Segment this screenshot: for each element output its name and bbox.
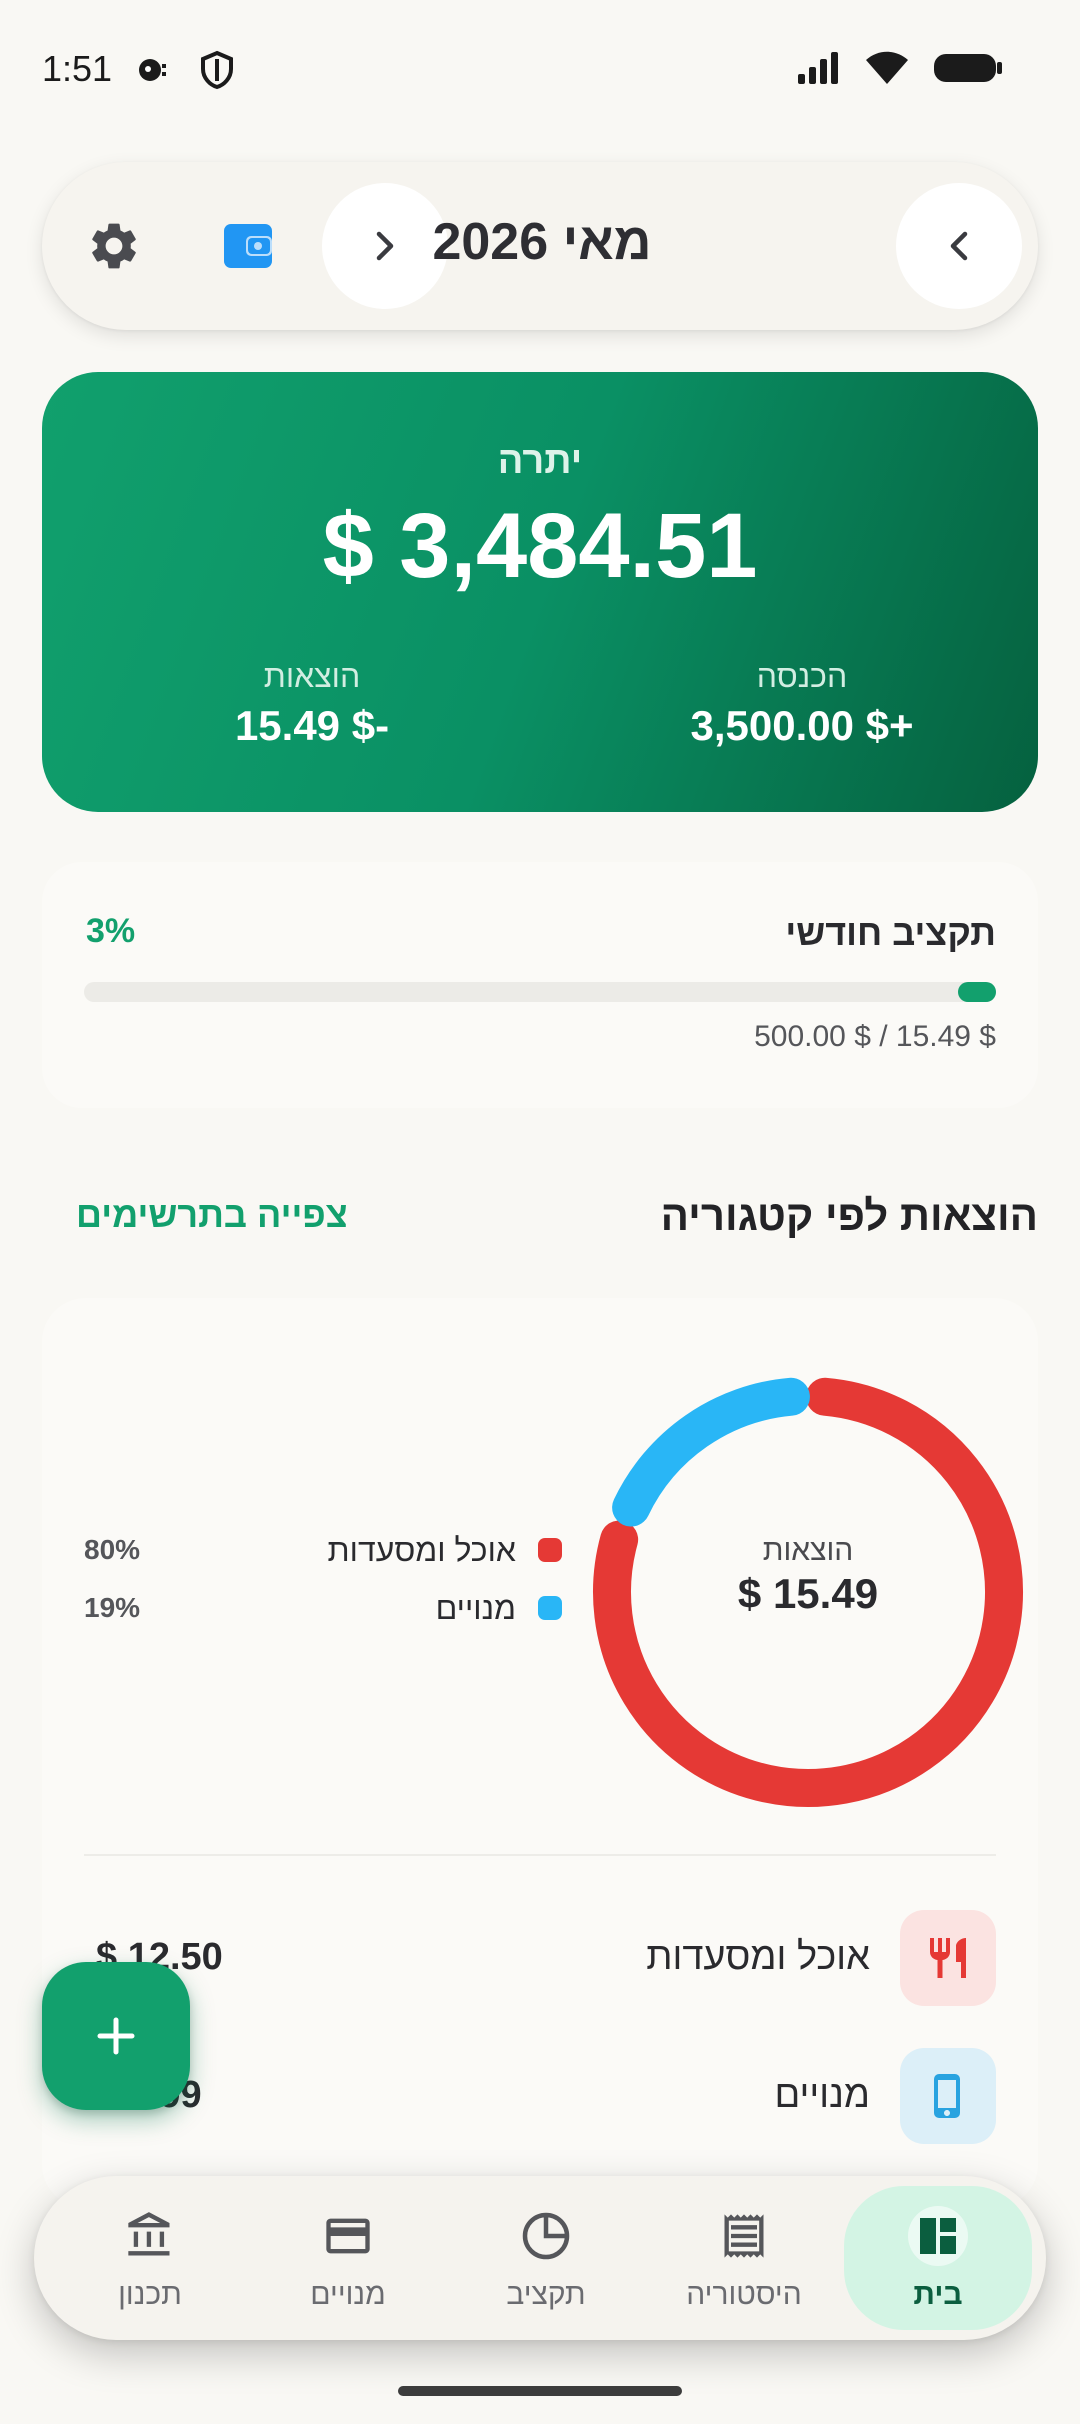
nav-icon-wrap <box>838 2206 1038 2266</box>
category-name: אוכל ומסעדות <box>646 1936 870 1978</box>
bank-icon <box>128 2212 170 2256</box>
nav-item-budget[interactable]: תקציב <box>446 2176 646 2340</box>
gear-icon <box>92 223 136 269</box>
nav-item-subscriptions[interactable]: מנויים <box>248 2176 448 2340</box>
nav-label: תקציב <box>506 2278 586 2311</box>
add-transaction-button[interactable] <box>42 1962 190 2110</box>
phone-icon <box>934 2074 960 2118</box>
legend-item: מנויים 19% <box>84 1588 562 1628</box>
nav-icon-wrap <box>50 2206 250 2266</box>
budget-progress-track <box>84 982 996 1002</box>
category-section-title: הוצאות לפי קטגוריה <box>660 1192 1038 1239</box>
legend-item: אוכל ומסעדות 80% <box>84 1530 562 1570</box>
category-card: הוצאות $ 15.49 אוכל ומסעדות 80% מנויים 1… <box>42 1298 1038 2208</box>
balance-value: $ 3,484.51 <box>322 495 758 597</box>
donut-center-value: $ 15.49 <box>737 1570 879 1617</box>
home-indicator <box>398 2386 682 2396</box>
budget-percent: 3% <box>86 912 136 950</box>
settings-button[interactable] <box>86 218 142 279</box>
budget-amounts: $ 15.49 / $ 500.00 <box>754 1020 996 1053</box>
expense-label: הוצאות <box>263 658 361 694</box>
nav-label: בית <box>913 2278 963 2311</box>
donut-center-label: הוצאות <box>762 1534 854 1567</box>
bottom-navigation: בית היסטוריה תקציב מנויים תכנון <box>34 2176 1046 2340</box>
category-row-food[interactable]: אוכל ומסעדות $ 12.50 <box>84 1910 996 2006</box>
legend-percent: 80% <box>84 1534 141 1565</box>
nav-icon-wrap <box>446 2206 646 2266</box>
nav-label: מנויים <box>310 2278 386 2311</box>
donut-segment-1 <box>612 1377 810 1527</box>
balance-label: יתרה <box>497 440 583 482</box>
nav-item-history[interactable]: היסטוריה <box>644 2176 844 2340</box>
dashboard-icon <box>908 2206 968 2266</box>
notification-icon <box>139 59 166 81</box>
prev-month-button[interactable] <box>896 183 1022 309</box>
legend-name: מנויים <box>435 1590 516 1626</box>
category-icon-bg <box>900 2048 996 2144</box>
budget-progress-fill <box>958 982 996 1002</box>
nav-label: היסטוריה <box>686 2278 802 2311</box>
budget-title: תקציב חודשי <box>785 912 996 953</box>
nav-icon-wrap <box>248 2206 448 2266</box>
expense-value: -$ 15.49 <box>234 702 390 749</box>
nav-item-home[interactable]: בית <box>838 2176 1038 2340</box>
monthly-budget-card[interactable]: תקציב חודשי 3% $ 15.49 / $ 500.00 <box>42 862 1038 1108</box>
wallet-button[interactable] <box>222 222 274 275</box>
category-name: מנויים <box>774 2074 870 2116</box>
card-icon <box>326 2218 370 2254</box>
nav-icon-wrap <box>644 2206 844 2266</box>
category-icon-bg <box>900 1910 996 2006</box>
divider <box>84 1854 996 1856</box>
legend-color-food <box>538 1538 562 1562</box>
legend-percent: 19% <box>84 1592 141 1623</box>
nav-label: תכנון <box>118 2278 182 2311</box>
receipt-icon <box>724 2214 764 2258</box>
shield-icon <box>201 50 233 90</box>
month-header: מאי 2026 <box>42 162 1038 330</box>
month-title: מאי 2026 <box>432 213 652 271</box>
legend-color-subscriptions <box>538 1596 562 1620</box>
plus-icon <box>97 2017 135 2055</box>
utensils-icon <box>930 1938 966 1978</box>
chevron-left-icon <box>950 231 968 261</box>
category-row-subscriptions[interactable]: מנויים $ 2.99 <box>84 2048 996 2144</box>
status-time: 1:51 <box>42 48 113 89</box>
income-label: הכנסה <box>756 658 848 694</box>
legend-name: אוכל ומסעדות <box>327 1532 516 1568</box>
view-charts-link[interactable]: צפייה בתרשימים <box>76 1194 348 1236</box>
nav-item-planning[interactable]: תכנון <box>50 2176 250 2340</box>
status-right-icons <box>796 50 1004 86</box>
status-left-icons <box>132 50 234 90</box>
signal-icon <box>798 52 838 84</box>
pie-icon <box>522 2212 570 2260</box>
battery-icon <box>934 54 1002 82</box>
income-value: +$ 3,500.00 <box>690 702 914 749</box>
wifi-icon <box>866 51 908 84</box>
wallet-icon <box>224 224 272 268</box>
balance-card: יתרה $ 3,484.51 הכנסה +$ 3,500.00 הוצאות… <box>42 372 1038 812</box>
